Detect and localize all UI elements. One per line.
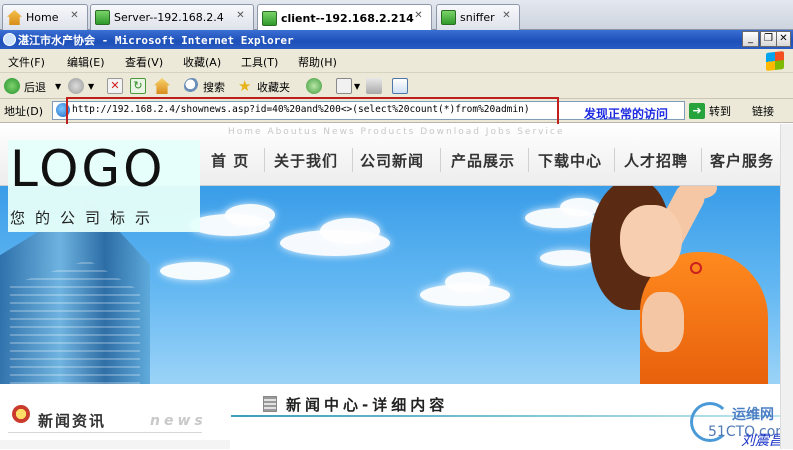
vertical-scrollbar[interactable] (780, 124, 793, 449)
address-label: 地址(D) (4, 105, 44, 118)
site-logo[interactable]: LOGO (10, 140, 166, 198)
vm-tab-client[interactable]: client--192.168.2.214 ✕ (257, 4, 432, 31)
search-icon[interactable] (184, 78, 200, 94)
nav-divider (701, 148, 702, 172)
window-title: 湛江市水产协会 - Microsoft Internet Explorer (18, 34, 294, 47)
vm-icon (262, 10, 277, 26)
windows-logo-icon (766, 51, 784, 71)
detail-section-title: 新闻中心-详细内容 (286, 396, 449, 414)
mail-dropdown-icon[interactable]: ▼ (354, 82, 360, 91)
vm-tab-label: Home (26, 11, 59, 24)
print-icon[interactable] (366, 78, 382, 94)
close-icon[interactable]: ✕ (234, 10, 247, 23)
woman-neck-graphic (642, 292, 684, 352)
menu-bar: 文件(F) 编辑(E) 查看(V) 收藏(A) 工具(T) 帮助(H) (0, 49, 793, 73)
nav-jobs[interactable]: 人才招聘 (624, 150, 688, 171)
nav-english: Home Aboutus News Products Download Jobs… (228, 127, 565, 137)
vm-tab-label: client--192.168.2.214 (281, 11, 414, 25)
left-column (0, 440, 230, 449)
news-icon (12, 405, 30, 423)
refresh-icon[interactable]: ↻ (130, 78, 146, 94)
nav-divider (440, 148, 441, 172)
menu-file[interactable]: 文件(F) (8, 54, 45, 70)
go-button[interactable]: ➜ 转到 (689, 101, 741, 120)
go-arrow-icon: ➜ (689, 102, 705, 119)
woman-face-graphic (620, 205, 682, 277)
stop-icon[interactable]: ✕ (107, 78, 123, 94)
home-icon (7, 10, 22, 25)
close-window-button[interactable]: ✕ (776, 31, 791, 47)
forward-icon[interactable] (68, 78, 84, 94)
nav-home[interactable]: 首 页 (211, 150, 249, 171)
annotation-text: 发现正常的访问 (584, 107, 669, 121)
menu-favorites[interactable]: 收藏(A) (183, 54, 221, 70)
signature-text: 刘震昌 (741, 433, 783, 449)
star-icon[interactable]: ★ (238, 78, 254, 94)
favorites-button[interactable]: 收藏夹 (257, 79, 290, 95)
vm-tab-home[interactable]: Home ✕ (2, 4, 88, 30)
necklace-graphic (690, 262, 702, 274)
ie-icon (3, 33, 16, 46)
menu-view[interactable]: 查看(V) (125, 54, 163, 70)
nav-products[interactable]: 产品展示 (451, 150, 515, 171)
watermark-text: 运维网 (732, 407, 774, 423)
close-icon[interactable]: ✕ (412, 10, 425, 23)
nav-divider (528, 148, 529, 172)
close-icon[interactable]: ✕ (68, 10, 81, 23)
news-section-title: 新闻资讯 (38, 412, 107, 430)
document-icon (263, 396, 277, 412)
logo-subtitle: 您的公司标示 (10, 209, 161, 227)
back-button[interactable]: 后退 (24, 79, 46, 95)
news-divider (8, 432, 202, 433)
vm-icon (95, 10, 110, 25)
back-icon[interactable] (4, 78, 20, 94)
search-button[interactable]: 搜索 (203, 79, 225, 95)
vm-tab-label: sniffer (460, 11, 495, 24)
nav-divider (352, 148, 353, 172)
nav-divider (614, 148, 615, 172)
menu-edit[interactable]: 编辑(E) (67, 54, 105, 70)
vm-icon (441, 10, 456, 25)
minimize-button[interactable]: _ (742, 31, 759, 47)
nav-divider (264, 148, 265, 172)
edit-icon[interactable] (392, 78, 408, 94)
close-icon[interactable]: ✕ (500, 10, 513, 23)
vm-tab-label: Server--192.168.2.4 (114, 11, 224, 24)
back-dropdown-icon[interactable]: ▼ (55, 82, 61, 91)
forward-dropdown-icon[interactable]: ▼ (88, 82, 94, 91)
nav-news[interactable]: 公司新闻 (360, 150, 424, 171)
restore-button[interactable]: ❐ (760, 31, 777, 47)
go-label: 转到 (709, 104, 731, 118)
history-icon[interactable] (306, 78, 322, 94)
nav-download[interactable]: 下载中心 (538, 150, 602, 171)
window-title-bar: 湛江市水产协会 - Microsoft Internet Explorer (0, 30, 793, 49)
mail-icon[interactable] (336, 78, 352, 94)
vm-tab-server[interactable]: Server--192.168.2.4 ✕ (90, 4, 254, 30)
menu-tools[interactable]: 工具(T) (241, 54, 278, 70)
menu-help[interactable]: 帮助(H) (298, 54, 337, 70)
links-button[interactable]: 链接 (752, 103, 774, 119)
vm-tab-sniffer[interactable]: sniffer ✕ (436, 4, 520, 30)
news-section-english: news (150, 413, 207, 429)
nav-service[interactable]: 客户服务 (710, 150, 774, 171)
nav-about[interactable]: 关于我们 (274, 150, 338, 171)
